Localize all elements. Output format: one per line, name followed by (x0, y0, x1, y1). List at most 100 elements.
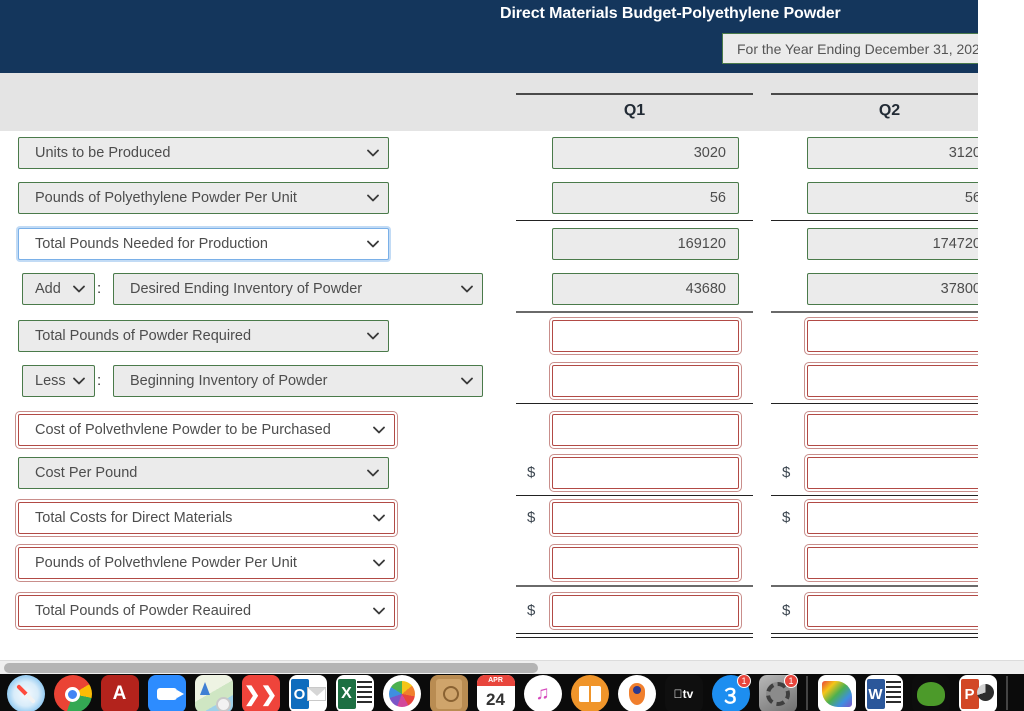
value-input-desired-ending-inventory-of-powder-q1[interactable]: 43680 (552, 273, 739, 305)
dock-item-photos[interactable] (378, 674, 425, 711)
excel-icon: X (335, 675, 374, 711)
dock-item-podcasts[interactable] (613, 674, 660, 711)
value-input-cost-per-pound-q1[interactable] (549, 454, 742, 492)
dock-item-zoom[interactable] (143, 674, 190, 711)
value-input-pounds-of-polyethylene-powder-per-unit-2-q2[interactable] (804, 544, 978, 582)
subtitle-text: For the Year Ending December 31, 2021 (737, 40, 978, 57)
column-header-band: Q1 Q2 (0, 73, 978, 131)
value-input-beginning-inventory-of-powder-q2[interactable] (804, 362, 978, 400)
row-rule-pounds-per-unit-q2 (771, 220, 978, 221)
label-select-cost-of-polyethylene-powder-to-be-purchased[interactable]: Cost of Polvethvlene Powder to be Purcha… (15, 411, 398, 449)
label-select-value: Pounds of Polvethvlene Powder Per Unit (35, 555, 297, 571)
value-input-total-pounds-of-powder-required-q1[interactable] (549, 317, 742, 355)
value-input-pounds-of-polyethylene-powder-per-unit-2-q1[interactable] (549, 544, 742, 582)
chevron-down-icon (460, 274, 474, 304)
label-select-desired-ending-inventory-of-powder[interactable]: Desired Ending Inventory of Powder (113, 273, 483, 305)
row-rule-pounds-of-polyethylene-powder-per-unit-2-q2 (771, 585, 978, 587)
value-input-total-costs-for-direct-materials-q2[interactable] (804, 499, 978, 537)
dock-item-safari[interactable] (2, 674, 49, 711)
row-rule-pounds-per-unit-q1 (516, 220, 753, 221)
row-rule-desired-ending-inventory-of-powder-q2 (771, 311, 978, 313)
dock-item-anydesk[interactable]: ❯❯ (237, 674, 284, 711)
label-select-beginning-inventory-of-powder[interactable]: Beginning Inventory of Powder (113, 365, 483, 397)
label-select-pounds-of-polyethylene-powder-per-unit-2[interactable]: Pounds of Polvethvlene Powder Per Unit (15, 544, 398, 582)
row-rule-desired-ending-inventory-of-powder-q1 (516, 311, 753, 313)
itunes-icon: ♫ (523, 675, 562, 711)
label-select-value: Pounds of Polyethylene Powder Per Unit (35, 190, 297, 206)
dock-item-contacts[interactable] (425, 674, 472, 711)
value-input-desired-ending-inventory-of-powder-q2[interactable]: 37800 (807, 273, 978, 305)
dock-item-calendar[interactable]: APR 24 (472, 674, 519, 711)
prefix-select-beginning-inventory-of-powder[interactable]: Less (22, 365, 95, 397)
matlab-icon (817, 675, 856, 711)
dock-item-outlook[interactable]: O (284, 674, 331, 711)
prefix-select-desired-ending-inventory-of-powder[interactable]: Add (22, 273, 95, 305)
label-select-cost-per-pound[interactable]: Cost Per Pound (18, 457, 389, 489)
value-input-total-pounds-of-powder-required-q2[interactable] (804, 317, 978, 355)
row-rule-total-pounds-of-powder-required-2-q2 (771, 633, 978, 638)
label-select-total-pounds-of-powder-required-2[interactable]: Total Pounds of Powder Reauired (15, 592, 398, 630)
label-select-pounds-per-unit[interactable]: Pounds of Polyethylene Powder Per Unit (18, 182, 389, 214)
chevron-down-icon (372, 548, 386, 578)
label-select-total-costs-for-direct-materials[interactable]: Total Costs for Direct Materials (15, 499, 398, 537)
chevron-down-icon (366, 321, 380, 351)
label-select-value: Units to be Produced (35, 145, 171, 161)
row-rule-pounds-of-polyethylene-powder-per-unit-2-q1 (516, 585, 753, 587)
prefix-select-value: Add (35, 281, 61, 297)
currency-symbol: $ (527, 464, 536, 481)
horizontal-scrollbar[interactable] (0, 660, 1024, 674)
value-input-units-to-be-produced-q1[interactable]: 3020 (552, 137, 739, 169)
column-header-q2: Q2 (878, 102, 901, 119)
dock-item-apple-tv[interactable]: tv (660, 674, 707, 711)
value-input-total-costs-for-direct-materials-q1[interactable] (549, 499, 742, 537)
value-input-units-to-be-produced-q2[interactable]: 3120 (807, 137, 978, 169)
zoom-icon (147, 675, 186, 711)
powerpoint-icon: P (958, 675, 997, 711)
dock-item-maps[interactable] (190, 674, 237, 711)
dock-item-powerpoint[interactable]: P (954, 674, 1001, 711)
safari-icon (6, 675, 45, 711)
label-select-total-pounds-of-powder-required[interactable]: Total Pounds of Powder Required (18, 320, 389, 352)
value-input-beginning-inventory-of-powder-q1[interactable] (549, 362, 742, 400)
dock-item-mathematica[interactable] (907, 674, 954, 711)
dock-item-system-preferences[interactable]: 1 (754, 674, 801, 711)
value-input-pounds-per-unit-q2[interactable]: 56 (807, 182, 978, 214)
subtitle-field[interactable]: For the Year Ending December 31, 2021 (722, 33, 978, 64)
currency-symbol: $ (782, 602, 791, 619)
podcasts-icon (617, 675, 656, 711)
chevron-down-icon (366, 458, 380, 488)
dock-item-chrome[interactable] (49, 674, 96, 711)
currency-symbol: $ (782, 464, 791, 481)
value-input-cost-of-polyethylene-powder-to-be-purchased-q1[interactable] (549, 411, 742, 449)
value-input-total-pounds-needed-for-production-q2[interactable]: 174720 (807, 228, 978, 260)
notification-badge: 1 (737, 674, 751, 688)
value-input-cost-per-pound-q2[interactable] (804, 454, 978, 492)
dock-separator (806, 676, 808, 710)
dock-item-books[interactable] (566, 674, 613, 711)
value-input-pounds-per-unit-q1[interactable]: 56 (552, 182, 739, 214)
label-select-value: Desired Ending Inventory of Powder (130, 281, 363, 297)
dock-item-excel[interactable]: X (331, 674, 378, 711)
label-select-units-to-be-produced[interactable]: Units to be Produced (18, 137, 389, 169)
dock-item-word[interactable]: W (860, 674, 907, 711)
value-input-total-pounds-of-powder-required-2-q1[interactable] (549, 592, 742, 630)
word-icon: W (864, 675, 903, 711)
value-input-total-pounds-of-powder-required-2-q2[interactable] (804, 592, 978, 630)
maps-icon (194, 675, 233, 711)
dock-item-app-store[interactable]: ３1 (707, 674, 754, 711)
notification-badge: 1 (784, 674, 798, 688)
value-input-cost-of-polyethylene-powder-to-be-purchased-q2[interactable] (804, 411, 978, 449)
dock-item-itunes[interactable]: ♫ (519, 674, 566, 711)
row-colon: : (97, 372, 102, 389)
label-select-total-pounds-needed-for-production[interactable]: Total Pounds Needed for Production (18, 228, 389, 260)
horizontal-scrollbar-thumb[interactable] (4, 663, 538, 673)
contacts-icon (429, 675, 468, 711)
chrome-icon (53, 675, 92, 711)
value-input-total-pounds-needed-for-production-q1[interactable]: 169120 (552, 228, 739, 260)
dock-item-acrobat[interactable]: A (96, 674, 143, 711)
page-title: Direct Materials Budget-Polyethylene Pow… (500, 5, 841, 22)
dock-item-matlab[interactable] (813, 674, 860, 711)
label-select-value: Total Costs for Direct Materials (35, 510, 233, 526)
chevron-down-icon (372, 415, 386, 445)
currency-symbol: $ (782, 509, 791, 526)
